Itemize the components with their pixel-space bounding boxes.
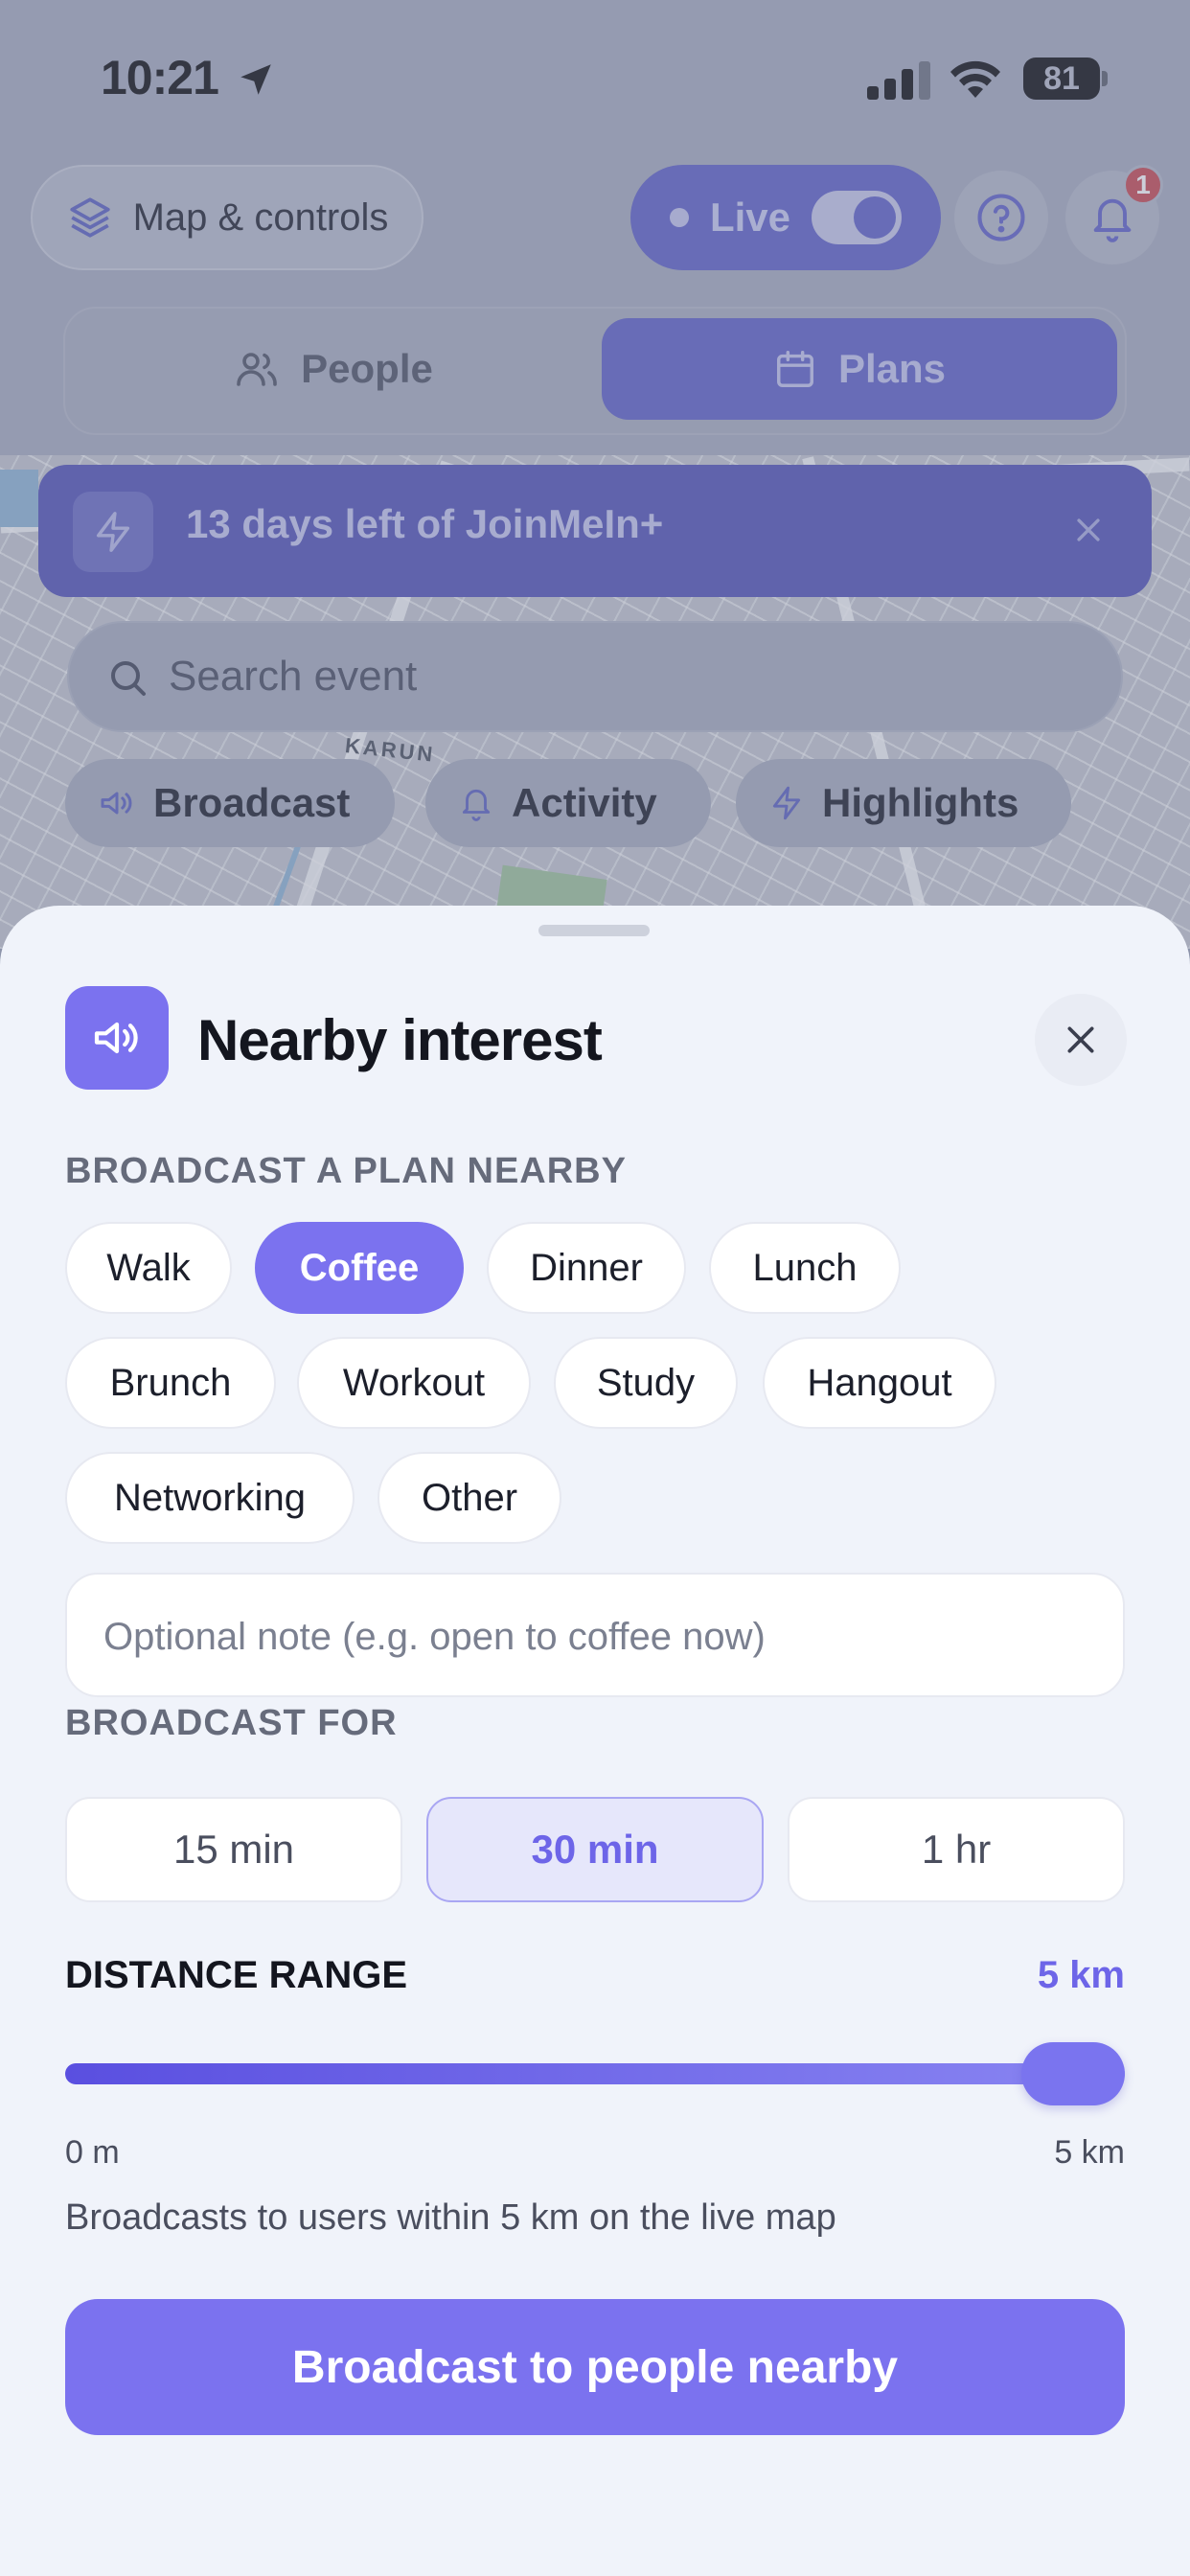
- sheet-icon-wrap: [65, 986, 169, 1090]
- live-switch[interactable]: [812, 191, 903, 244]
- lightning-icon: [772, 786, 801, 820]
- distance-slider-track[interactable]: [65, 2063, 1125, 2084]
- segmented-control: People Plans: [63, 307, 1127, 435]
- help-button[interactable]: [954, 171, 1048, 264]
- cellular-signal-icon: [867, 61, 930, 100]
- plan-chip-walk[interactable]: Walk: [65, 1222, 232, 1314]
- sheet-title: Nearby interest: [197, 1008, 603, 1072]
- duration-15-min[interactable]: 15 min: [65, 1797, 402, 1902]
- live-toggle[interactable]: Live: [630, 165, 941, 270]
- plan-chip-brunch[interactable]: Brunch: [65, 1337, 276, 1429]
- plan-chip-dinner[interactable]: Dinner: [487, 1222, 686, 1314]
- plan-chip-lunch[interactable]: Lunch: [709, 1222, 901, 1314]
- duration-1-hr[interactable]: 1 hr: [788, 1797, 1125, 1902]
- tab-people-label: People: [301, 346, 433, 391]
- people-icon: [237, 353, 277, 386]
- duration-30-min[interactable]: 30 min: [426, 1797, 764, 1902]
- highlights-chip-label: Highlights: [822, 780, 1019, 825]
- plan-chip-other[interactable]: Other: [378, 1452, 561, 1544]
- broadcast-button[interactable]: Broadcast to people nearby: [65, 2299, 1125, 2435]
- tab-people[interactable]: People: [84, 318, 583, 420]
- sheet-close-button[interactable]: [1035, 994, 1127, 1086]
- sheet-grabber[interactable]: [538, 925, 650, 936]
- status-bar: 10:21 81: [0, 0, 1190, 153]
- note-field[interactable]: [65, 1573, 1125, 1697]
- nearby-interest-sheet: Nearby interest BROADCAST A PLAN NEARBY …: [0, 906, 1190, 2576]
- plan-chip-workout[interactable]: Workout: [297, 1337, 531, 1429]
- battery-tip: [1102, 71, 1108, 86]
- status-time: 10:21: [101, 51, 219, 104]
- plan-chip-networking[interactable]: Networking: [65, 1452, 355, 1544]
- distance-range-label: DISTANCE RANGE: [65, 1954, 408, 1996]
- tab-plans-label: Plans: [837, 346, 947, 391]
- map-controls-button[interactable]: Map & controls: [31, 165, 423, 270]
- megaphone-icon: [94, 1022, 138, 1054]
- location-arrow-icon: [240, 64, 271, 95]
- close-icon: [1067, 1026, 1094, 1053]
- broadcast-chip-label: Broadcast: [153, 780, 351, 825]
- wifi-icon: [950, 60, 1000, 98]
- bell-icon: [462, 789, 491, 821]
- layers-icon: [69, 197, 110, 238]
- promo-icon-wrap: [73, 492, 153, 572]
- notifications-button[interactable]: 1: [1065, 165, 1163, 264]
- range-max-label: 5 km: [1054, 2134, 1125, 2171]
- range-min-label: 0 m: [65, 2134, 120, 2171]
- plan-chip-hangout[interactable]: Hangout: [763, 1337, 996, 1429]
- distance-range-value: 5 km: [1037, 1954, 1125, 1996]
- tab-plans[interactable]: Plans: [602, 318, 1117, 420]
- activity-chip[interactable]: Activity: [425, 759, 711, 847]
- notification-badge: 1: [1123, 165, 1163, 205]
- plan-chip-coffee[interactable]: Coffee: [255, 1222, 464, 1314]
- search-bar[interactable]: [67, 621, 1123, 732]
- activity-chip-label: Activity: [512, 780, 657, 825]
- search-icon: [111, 661, 146, 696]
- promo-close-button[interactable]: [1062, 503, 1115, 557]
- highlights-chip[interactable]: Highlights: [736, 759, 1071, 847]
- live-label: Live: [709, 195, 791, 240]
- broadcast-chip[interactable]: Broadcast: [65, 759, 395, 847]
- note-input[interactable]: [103, 1603, 1081, 1670]
- promo-text: 13 days left of JoinMeIn+: [186, 501, 664, 546]
- plan-chip-study[interactable]: Study: [554, 1337, 738, 1429]
- switch-knob: [854, 196, 897, 239]
- broadcast-section-label: BROADCAST A PLAN NEARBY: [65, 1151, 627, 1191]
- broadcast-for-label: BROADCAST FOR: [65, 1703, 398, 1743]
- distance-hint: Broadcasts to users within 5 km on the l…: [65, 2197, 836, 2238]
- megaphone-icon: [101, 792, 132, 815]
- battery-indicator: 81: [1023, 58, 1108, 100]
- live-dot-icon: [669, 208, 689, 227]
- map-controls-label: Map & controls: [132, 196, 389, 239]
- distance-slider-thumb[interactable]: [1021, 2042, 1125, 2105]
- promo-banner[interactable]: 13 days left of JoinMeIn+: [38, 465, 1152, 597]
- help-circle-icon: [977, 194, 1025, 242]
- battery-level: 81: [1023, 58, 1100, 100]
- search-input[interactable]: [169, 640, 1031, 713]
- close-icon: [1077, 518, 1100, 541]
- lightning-icon: [96, 512, 130, 552]
- calendar-icon: [776, 351, 813, 387]
